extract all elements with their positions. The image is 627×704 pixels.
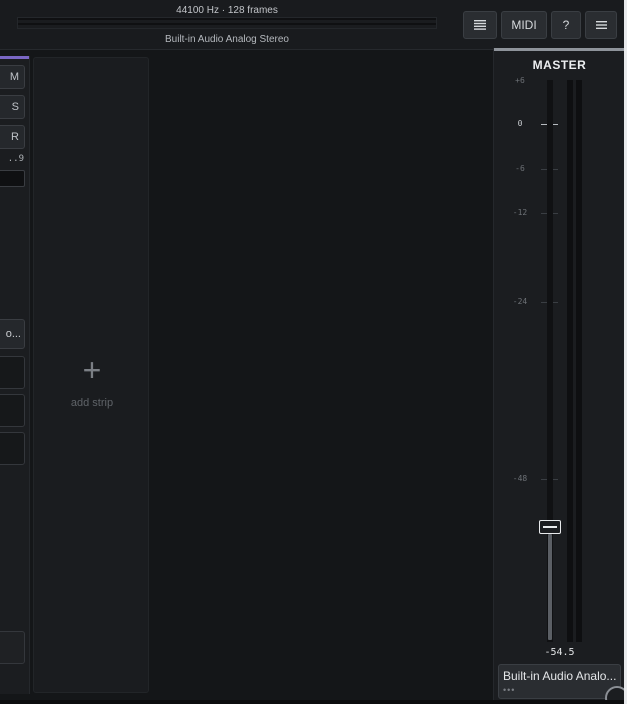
db-tick-label: -48 xyxy=(512,474,528,483)
master-fader-handle[interactable] xyxy=(539,520,561,534)
list-view-button[interactable] xyxy=(463,11,497,39)
top-bar: 44100 Hz · 128 frames Built-in Audio Ana… xyxy=(0,0,627,50)
midi-button[interactable]: MIDI xyxy=(501,11,547,39)
insert-slot-1[interactable] xyxy=(0,356,25,389)
bottom-border xyxy=(0,700,627,704)
master-output-name: Built-in Audio Analo... xyxy=(503,669,617,683)
meter-lane-right xyxy=(18,25,436,28)
insert-slot-2[interactable] xyxy=(0,394,25,427)
add-strip-button[interactable]: + add strip xyxy=(33,57,149,693)
mixer-app: 44100 Hz · 128 frames Built-in Audio Ana… xyxy=(0,0,627,704)
db-tick-label: -6 xyxy=(515,164,525,173)
master-level-meter xyxy=(17,17,437,29)
db-tick-label: +6 xyxy=(515,76,525,85)
hamburger-menu-icon xyxy=(595,21,607,29)
plus-icon: + xyxy=(82,352,102,388)
main-menu-button[interactable] xyxy=(585,11,617,39)
strip-name-field[interactable] xyxy=(0,631,25,664)
master-output-select[interactable]: Built-in Audio Analo... ••• xyxy=(498,664,621,699)
meter-lane-left xyxy=(18,20,436,23)
audio-device-name: Built-in Audio Analog Stereo xyxy=(165,34,289,45)
master-fader-value: -54.5 xyxy=(544,647,575,658)
strip-output-select[interactable]: o... xyxy=(0,319,25,349)
master-strip: MASTER +6 0 -6 -12 -24 -48 -54.5 Built-i… xyxy=(493,48,627,704)
db-tick-label: 0 xyxy=(517,119,523,128)
master-meter-right xyxy=(576,80,582,642)
record-arm-button[interactable]: R xyxy=(0,125,25,149)
strip-volume-value: ..9 xyxy=(7,154,24,164)
master-meter-left xyxy=(567,80,573,642)
channel-strip-partial: M S R ..9 o... xyxy=(0,56,30,694)
list-icon xyxy=(474,20,486,30)
sample-rate-status: 44100 Hz · 128 frames xyxy=(176,5,278,16)
db-scale: +6 0 -6 -12 -24 -48 xyxy=(494,48,625,704)
db-tick-label: -24 xyxy=(512,297,528,306)
more-options-icon: ••• xyxy=(503,685,516,695)
mute-button[interactable]: M xyxy=(0,65,25,89)
strip-color-accent xyxy=(0,56,29,59)
add-strip-label: add strip xyxy=(70,397,114,409)
master-fader-fill xyxy=(548,534,552,640)
strip-level-meter xyxy=(0,170,25,187)
help-button[interactable]: ? xyxy=(551,11,581,39)
solo-button[interactable]: S xyxy=(0,95,25,119)
db-tick-label: -12 xyxy=(512,208,528,217)
insert-slot-3[interactable] xyxy=(0,432,25,465)
